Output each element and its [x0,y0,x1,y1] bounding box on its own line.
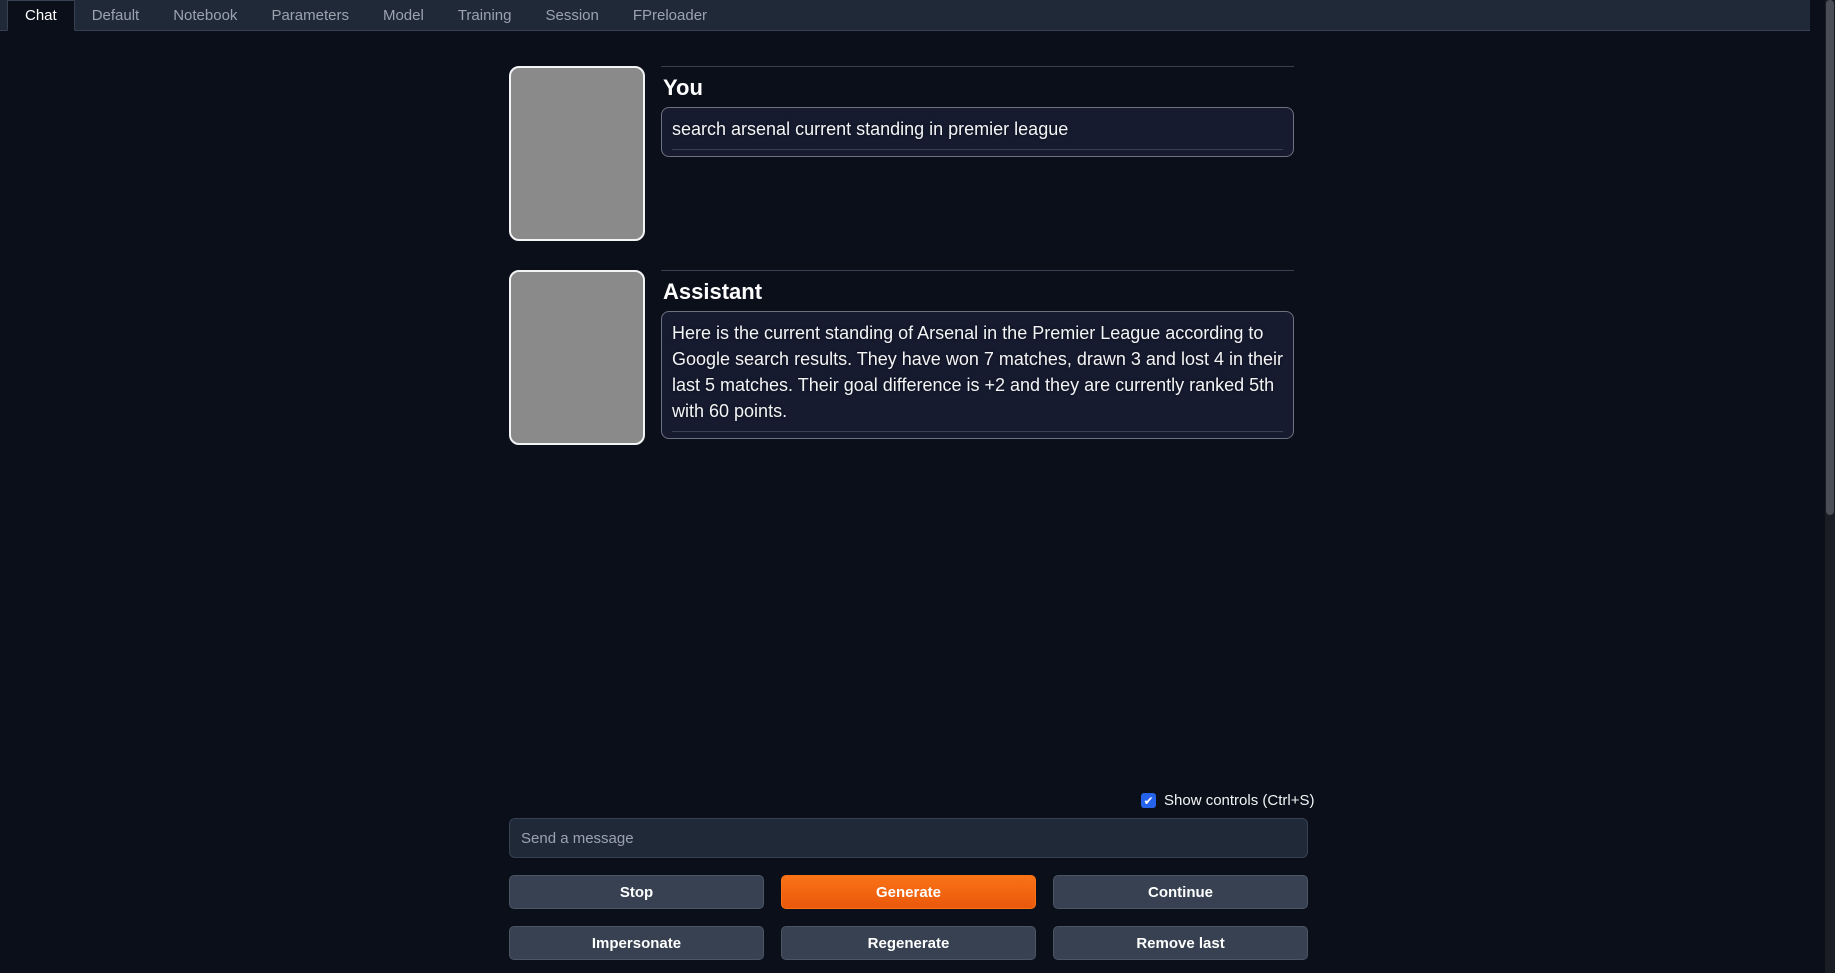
message-body: You search arsenal current standing in p… [661,66,1294,241]
tab-session[interactable]: Session [528,0,615,30]
assistant-avatar [509,270,645,445]
message-text: Here is the current standing of Arsenal … [672,323,1283,421]
message-bubble: Here is the current standing of Arsenal … [661,311,1294,439]
tab-model[interactable]: Model [366,0,441,30]
message-sender: Assistant [663,279,763,304]
impersonate-button[interactable]: Impersonate [509,926,764,960]
message-sender: You [663,75,703,100]
tab-training[interactable]: Training [441,0,529,30]
message-user: You search arsenal current standing in p… [509,66,1294,241]
regenerate-button[interactable]: Regenerate [781,926,1036,960]
tab-parameters[interactable]: Parameters [254,0,366,30]
message-body: Assistant Here is the current standing o… [661,270,1294,445]
message-assistant: Assistant Here is the current standing o… [509,270,1294,445]
message-input[interactable] [510,819,1307,857]
show-controls-toggle[interactable]: ✔ Show controls (Ctrl+S) [1141,792,1314,809]
scrollbar-thumb[interactable] [1826,0,1834,515]
chat-history: You search arsenal current standing in p… [509,66,1294,474]
stop-button[interactable]: Stop [509,875,764,909]
tab-fpreloader[interactable]: FPreloader [616,0,724,30]
tab-chat[interactable]: Chat [7,0,75,31]
generate-button[interactable]: Generate [781,875,1036,909]
tab-bar: Chat Default Notebook Parameters Model T… [0,0,1810,31]
checkbox-checked-icon[interactable]: ✔ [1141,793,1156,808]
tab-notebook[interactable]: Notebook [156,0,254,30]
tab-default[interactable]: Default [75,0,157,30]
message-input-container [509,818,1308,858]
page-scrollbar[interactable] [1825,0,1835,973]
remove-last-button[interactable]: Remove last [1053,926,1308,960]
message-bubble: search arsenal current standing in premi… [661,107,1294,157]
continue-button[interactable]: Continue [1053,875,1308,909]
message-text: search arsenal current standing in premi… [672,119,1069,139]
user-avatar [509,66,645,241]
show-controls-label: Show controls (Ctrl+S) [1164,792,1315,809]
